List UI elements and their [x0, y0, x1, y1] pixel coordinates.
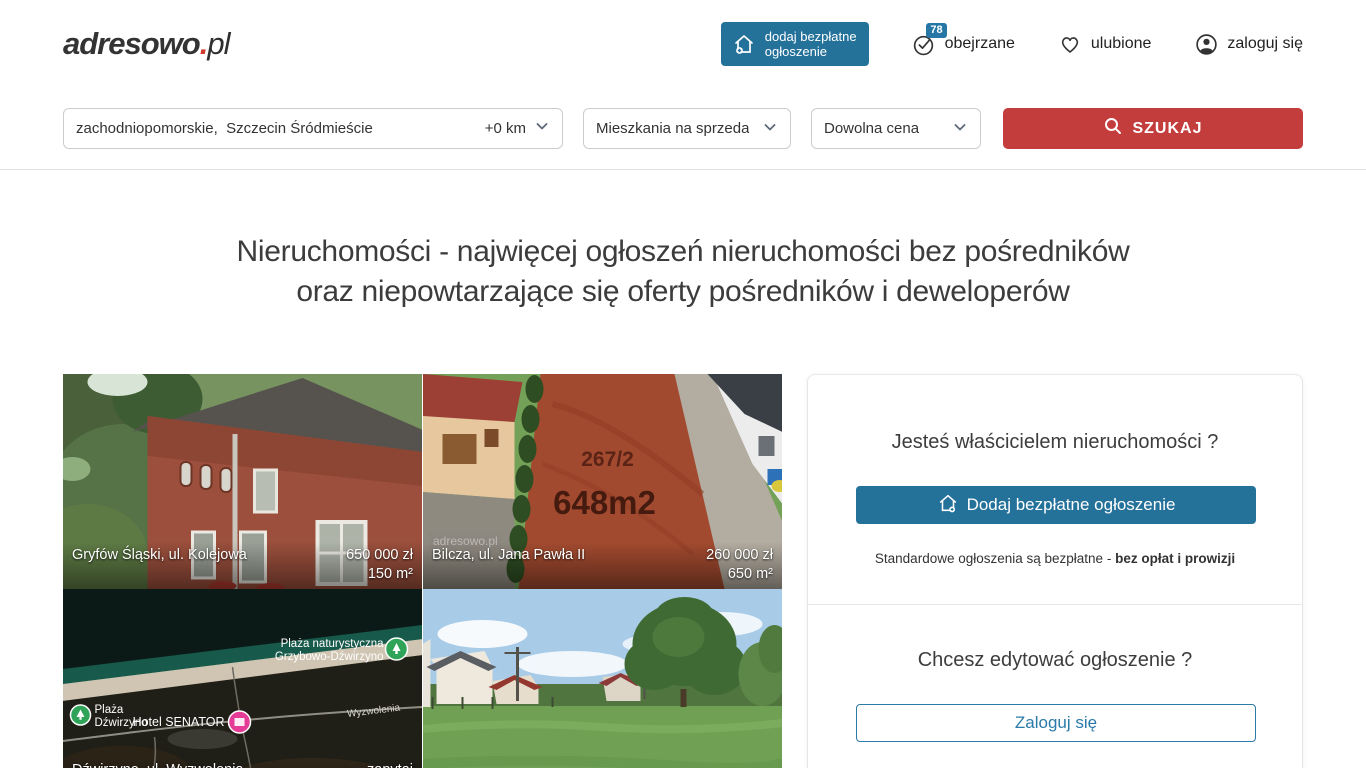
sidebar-add-listing-label: Dodaj bezpłatne ogłoszenie [967, 495, 1176, 515]
map-hotel-label: Hotel SENATOR [133, 715, 225, 729]
chevron-down-icon [762, 119, 778, 139]
map-beach2-label: Plaża [95, 704, 124, 716]
chevron-down-icon[interactable] [534, 118, 550, 139]
search-icon [1103, 116, 1123, 141]
viewed-badge: 78 [926, 23, 946, 38]
sidebar-login-button[interactable]: Zaloguj się [856, 704, 1256, 742]
listing-card[interactable]: Wyzwolenia Plaża naturystyczna Grzybowo-… [63, 589, 422, 768]
add-listing-label: dodaj bezpłatne ogłoszenie [765, 29, 857, 59]
login-label: zaloguj się [1227, 35, 1303, 53]
listing-name: Dźwirzyno, ul. Wyzwolenia [72, 762, 244, 768]
map-beach1-label: Plaża naturystyczna [281, 638, 385, 650]
listing-price: 260 000 zł [706, 547, 773, 563]
owner-note: Standardowe ogłoszenia są bezpłatne - be… [856, 551, 1254, 566]
listing-caption: Bilcza, ul. Jana Pawła II 260 000 zł 650… [423, 542, 782, 589]
listing-name: Gryfów Śląski, ul. Kolejowa [72, 547, 247, 563]
favorites-label: ulubione [1091, 35, 1152, 53]
sidebar-add-listing-button[interactable]: Dodaj bezpłatne ogłoszenie [856, 486, 1256, 524]
price-value: Dowolna cena [824, 120, 919, 137]
listing-caption: Gryfów Śląski, ul. Kolejowa 650 000 zł 1… [63, 542, 422, 589]
chevron-down-icon [952, 119, 968, 139]
main-content: Gryfów Śląski, ul. Kolejowa 650 000 zł 1… [0, 374, 1366, 768]
login-link[interactable]: zaloguj się [1193, 31, 1303, 57]
location-input[interactable] [76, 120, 477, 137]
search-button-label: SZUKAJ [1132, 120, 1202, 138]
heart-icon [1057, 31, 1083, 57]
owner-section: Jesteś właścicielem nieruchomości ? Doda… [808, 375, 1302, 604]
check-circle-icon: 78 [911, 31, 937, 57]
page-title: Nieruchomości - najwięcej ogłoszeń nieru… [0, 232, 1366, 312]
edit-section: Chcesz edytować ogłoszenie ? Zaloguj się… [808, 604, 1302, 768]
listing-photo-meadow [423, 589, 782, 768]
viewed-label: obejrzane [945, 35, 1015, 53]
listing-card[interactable]: Grojec, ul. Bagienna 891 000 zł [423, 589, 782, 768]
category-select[interactable]: Mieszkania na sprzeda [583, 108, 791, 149]
listing-caption: Dźwirzyno, ul. Wyzwolenia zapytaj o cenę [63, 757, 422, 768]
sidebar: Jesteś właścicielem nieruchomości ? Doda… [807, 374, 1303, 768]
price-select[interactable]: Dowolna cena [811, 108, 981, 149]
logo-tld: pl [207, 26, 229, 61]
house-plus-icon [937, 492, 959, 519]
user-icon [1193, 31, 1219, 57]
search-bar: +0 km Mieszkania na sprzeda Dowolna cena [0, 88, 1366, 170]
listing-area: 150 m² [72, 566, 413, 582]
favorites-link[interactable]: ulubione [1057, 31, 1152, 57]
listing-price: zapytaj [367, 762, 413, 768]
listing-photo-satellite-map: Wyzwolenia Plaża naturystyczna Grzybowo-… [63, 589, 422, 768]
search-button[interactable]: SZUKAJ [1003, 108, 1303, 149]
listing-name: Bilcza, ul. Jana Pawła II [432, 547, 585, 563]
radius-value[interactable]: +0 km [485, 120, 526, 137]
owner-title: Jesteś właścicielem nieruchomości ? [856, 431, 1254, 454]
listings-grid: Gryfów Śląski, ul. Kolejowa 650 000 zł 1… [63, 374, 782, 768]
location-input-box: +0 km [63, 108, 563, 149]
logo-text: adresowo [63, 26, 200, 61]
svg-text:Grzybowo-Dźwirzyno: Grzybowo-Dźwirzyno [275, 651, 384, 663]
page: adresowo.pl dodaj bezpłatne ogłoszenie [0, 0, 1366, 768]
header-actions: dodaj bezpłatne ogłoszenie 78 obejrzane [721, 22, 1303, 66]
edit-title: Chcesz edytować ogłoszenie ? [856, 649, 1254, 672]
listing-card[interactable]: 267/2 648m2 adresowo.pl Bilcza, ul. Jana… [423, 374, 782, 589]
listing-area: 650 m² [432, 566, 773, 582]
listing-card[interactable]: Gryfów Śląski, ul. Kolejowa 650 000 zł 1… [63, 374, 422, 589]
category-value: Mieszkania na sprzeda [596, 120, 749, 137]
viewed-link[interactable]: 78 obejrzane [911, 31, 1015, 57]
add-listing-button[interactable]: dodaj bezpłatne ogłoszenie [721, 22, 869, 66]
plot-parcel-label: 267/2 [581, 448, 634, 471]
header: adresowo.pl dodaj bezpłatne ogłoszenie [0, 0, 1366, 88]
listing-price: 650 000 zł [346, 547, 413, 563]
house-plus-icon [731, 31, 757, 57]
logo[interactable]: adresowo.pl [63, 26, 229, 62]
plot-size-label: 648m2 [553, 484, 656, 521]
